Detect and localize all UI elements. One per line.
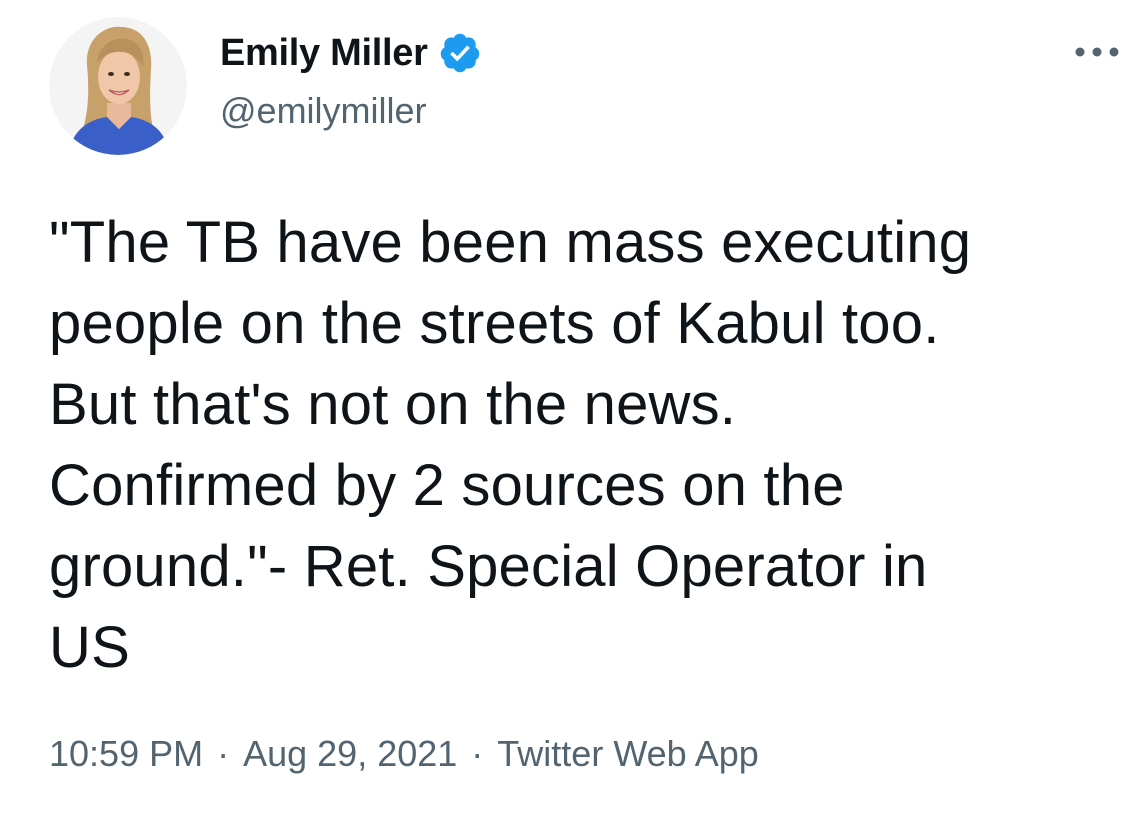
avatar[interactable] — [49, 17, 187, 155]
meta-separator: · — [217, 733, 230, 774]
tweet-date[interactable]: Aug 29, 2021 — [243, 733, 457, 775]
display-name[interactable]: Emily Miller — [220, 32, 428, 75]
tweet-text: "The TB have been mass executing people … — [49, 210, 972, 680]
tweet-source[interactable]: Twitter Web App — [497, 733, 758, 775]
profile-photo — [49, 17, 187, 155]
verified-badge-icon — [438, 31, 482, 75]
tweet-card: Emily Miller @emilymiller "The TB have b… — [0, 0, 1142, 814]
name-row: Emily Miller — [220, 30, 482, 76]
meta-separator: · — [471, 733, 484, 774]
author-block: Emily Miller @emilymiller — [220, 30, 482, 132]
more-icon[interactable] — [1072, 40, 1122, 64]
tweet-meta: 10:59 PM · Aug 29, 2021 · Twitter Web Ap… — [49, 733, 759, 775]
handle[interactable]: @emilymiller — [220, 90, 482, 132]
tweet-time[interactable]: 10:59 PM — [49, 733, 203, 775]
